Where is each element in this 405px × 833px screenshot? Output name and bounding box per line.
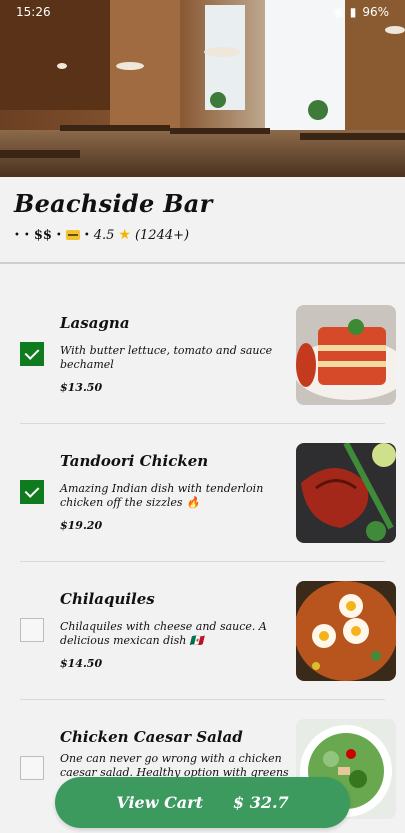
item-name: Chicken Caesar Salad bbox=[60, 728, 243, 746]
item-checkbox[interactable] bbox=[20, 756, 44, 780]
price-level: $$ bbox=[33, 227, 52, 243]
wifi-icon: ◉ bbox=[333, 5, 344, 19]
status-time: 15:26 bbox=[16, 5, 51, 19]
item-description: Amazing Indian dish with tenderloin chic… bbox=[60, 482, 264, 509]
star-icon: ★ bbox=[118, 227, 131, 243]
credit-card-icon bbox=[65, 230, 80, 240]
item-checkbox[interactable] bbox=[20, 480, 44, 504]
restaurant-info: Beachside Bar • • $$ • • 4.5 ★ (1244+) bbox=[0, 177, 405, 264]
item-price: $14.50 bbox=[60, 657, 103, 670]
item-price: $13.50 bbox=[60, 381, 103, 394]
item-checkbox[interactable] bbox=[20, 618, 44, 642]
item-name: Chilaquiles bbox=[60, 590, 155, 608]
view-cart-button[interactable]: View Cart $ 32.7 bbox=[55, 777, 350, 828]
battery-level: 96% bbox=[362, 5, 389, 19]
signal-icon: ▮ bbox=[349, 5, 357, 19]
rating-value: 4.5 bbox=[93, 227, 115, 243]
menu-item[interactable]: Tandoori Chicken Amazing Indian dish wit… bbox=[0, 424, 405, 562]
menu-item[interactable]: Chilaquiles Chilaquiles with cheese and … bbox=[0, 562, 405, 700]
menu-item[interactable]: Lasagna With butter lettuce, tomato and … bbox=[0, 286, 405, 424]
chilaquiles-image bbox=[296, 581, 396, 681]
lasagna-image bbox=[296, 305, 396, 405]
item-description: With butter lettuce, tomato and sauce be… bbox=[60, 344, 273, 371]
item-description: Chilaquiles with cheese and sauce. A del… bbox=[60, 620, 267, 647]
item-name: Tandoori Chicken bbox=[60, 452, 209, 470]
item-name: Lasagna bbox=[60, 314, 130, 332]
status-bar: 15:26 ◉ ▮ 96% bbox=[0, 0, 405, 24]
item-price: $19.20 bbox=[60, 519, 103, 532]
tandoori-chicken-image bbox=[296, 443, 396, 543]
restaurant-meta: • • $$ • • 4.5 ★ (1244+) bbox=[14, 227, 190, 243]
cart-total: $ 32.7 bbox=[232, 793, 289, 812]
review-count: (1244+) bbox=[134, 227, 190, 243]
restaurant-hero-image: 15:26 ◉ ▮ 96% bbox=[0, 0, 405, 177]
restaurant-name: Beachside Bar bbox=[14, 189, 213, 218]
item-checkbox[interactable] bbox=[20, 342, 44, 366]
cart-label: View Cart bbox=[116, 793, 203, 812]
